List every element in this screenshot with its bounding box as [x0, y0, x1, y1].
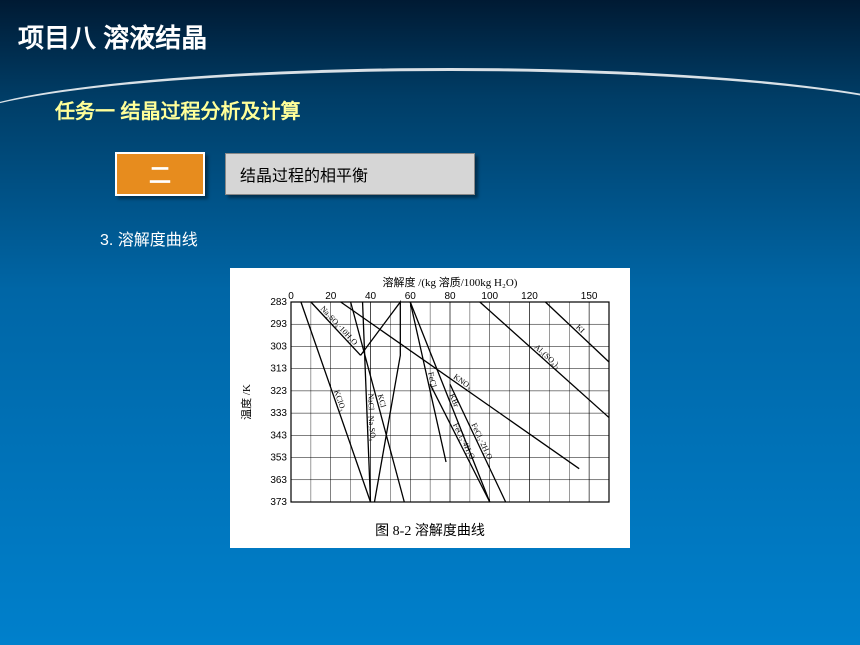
svg-text:363: 363 — [270, 475, 287, 486]
svg-text:293: 293 — [270, 319, 287, 330]
svg-text:303: 303 — [270, 341, 287, 352]
svg-text:313: 313 — [270, 364, 287, 375]
page-title: 项目八 溶液结晶 — [18, 18, 860, 55]
solubility-chart: 溶解度 /(kg 溶质/100kg H₂O) 0 20 40 60 80 100 120 150… — [230, 268, 630, 548]
svg-text:温度 /K: 温度 /K — [239, 384, 253, 420]
decorative-arc — [0, 68, 860, 128]
section-label: 结晶过程的相平衡 — [225, 153, 475, 195]
svg-text:20: 20 — [325, 291, 337, 302]
svg-text:150: 150 — [581, 291, 598, 302]
body-point: 3. 溶解度曲线 — [100, 226, 860, 250]
svg-text:KCl: KCl — [376, 393, 388, 409]
svg-text:100: 100 — [481, 291, 498, 302]
svg-text:323: 323 — [270, 386, 287, 397]
svg-text:80: 80 — [444, 291, 456, 302]
svg-text:120: 120 — [521, 291, 538, 302]
chart-svg: 溶解度 /(kg 溶质/100kg H₂O) 0 20 40 60 80 100 120 150… — [236, 274, 624, 514]
svg-text:343: 343 — [270, 430, 287, 441]
chart-caption: 图 8-2 溶解度曲线 — [236, 514, 624, 542]
svg-text:NaCl: NaCl — [366, 393, 376, 411]
section-header: 二 结晶过程的相平衡 — [115, 152, 860, 196]
svg-text:溶解度 /(kg 溶质/100kg H₂O): 溶解度 /(kg 溶质/100kg H₂O) — [383, 275, 518, 289]
svg-text:KBr: KBr — [447, 392, 461, 408]
svg-text:373: 373 — [270, 497, 287, 508]
svg-text:333: 333 — [270, 408, 287, 419]
svg-text:60: 60 — [405, 291, 417, 302]
svg-text:283: 283 — [270, 297, 287, 308]
svg-text:353: 353 — [270, 453, 287, 464]
svg-text:KClO₃: KClO₃ — [332, 389, 348, 413]
section-number-badge: 二 — [115, 152, 205, 196]
svg-text:40: 40 — [365, 291, 377, 302]
svg-text:KNO₃: KNO₃ — [452, 372, 474, 391]
svg-text:0: 0 — [288, 291, 294, 302]
